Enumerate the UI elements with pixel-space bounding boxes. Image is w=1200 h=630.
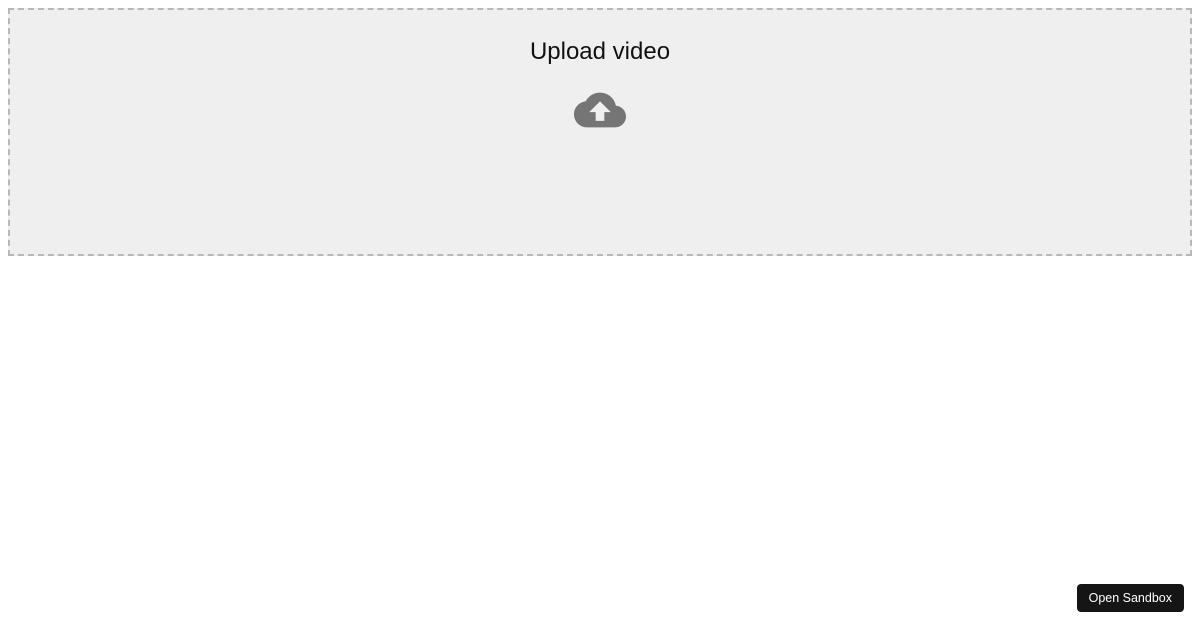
cloud-upload-icon [574,92,626,133]
upload-dropzone[interactable]: Upload video [8,8,1192,256]
open-sandbox-button[interactable]: Open Sandbox [1077,584,1184,612]
upload-title: Upload video [10,38,1190,66]
